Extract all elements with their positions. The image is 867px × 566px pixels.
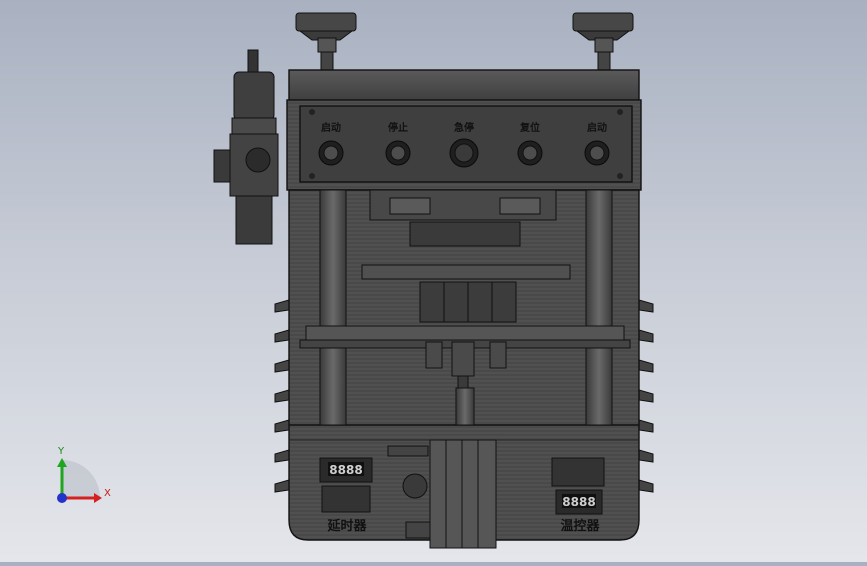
top-left-knob[interactable] — [295, 12, 357, 71]
emergency-stop-button[interactable]: 急停 — [449, 121, 479, 168]
air-regulator[interactable] — [213, 49, 279, 245]
temperature-display: 8888 — [562, 495, 595, 509]
cooling-fin — [638, 419, 654, 433]
panel-button-label: 复位 — [519, 121, 540, 134]
panel-button-label: 急停 — [454, 121, 474, 134]
top-right-knob[interactable] — [572, 12, 634, 71]
temperature-controller-unit: 8888 温控器 — [551, 457, 605, 534]
cad-viewport[interactable]: 启动 停止 急停 复位 启动 8888 延时器 8888 温控器 X Y — [0, 0, 867, 562]
cooling-fin — [638, 299, 654, 313]
control-panel: 启动 停止 急停 复位 启动 — [299, 105, 633, 183]
timer-unit: 8888 延时器 — [319, 457, 373, 534]
axis-triad: X Y — [57, 446, 111, 503]
panel-button-label: 停止 — [388, 121, 408, 134]
z-axis-dot — [57, 493, 67, 503]
cooling-fin — [638, 449, 654, 463]
cooling-fin — [638, 329, 654, 343]
x-axis-label: X — [104, 488, 111, 499]
cooling-fin — [274, 449, 290, 463]
cooling-fin — [274, 299, 290, 313]
guide-column-right — [585, 189, 613, 426]
cooling-fin — [638, 389, 654, 403]
machine-drawing: 启动 停止 急停 复位 启动 8888 延时器 8888 温控器 X Y — [57, 12, 654, 549]
y-axis-label: Y — [57, 446, 65, 457]
panel-button-label: 启动 — [321, 121, 341, 134]
cooling-fin — [274, 389, 290, 403]
cooling-fin — [274, 479, 290, 493]
cooling-fin — [274, 359, 290, 373]
panel-button-label: 启动 — [587, 121, 607, 134]
cooling-fin — [274, 419, 290, 433]
cooling-fin — [638, 479, 654, 493]
timer-label: 延时器 — [326, 518, 367, 534]
temperature-label: 温控器 — [560, 518, 600, 534]
cooling-fin — [274, 329, 290, 343]
cooling-fin — [638, 359, 654, 373]
timer-display: 8888 — [329, 463, 362, 477]
guide-column-left — [319, 189, 347, 426]
